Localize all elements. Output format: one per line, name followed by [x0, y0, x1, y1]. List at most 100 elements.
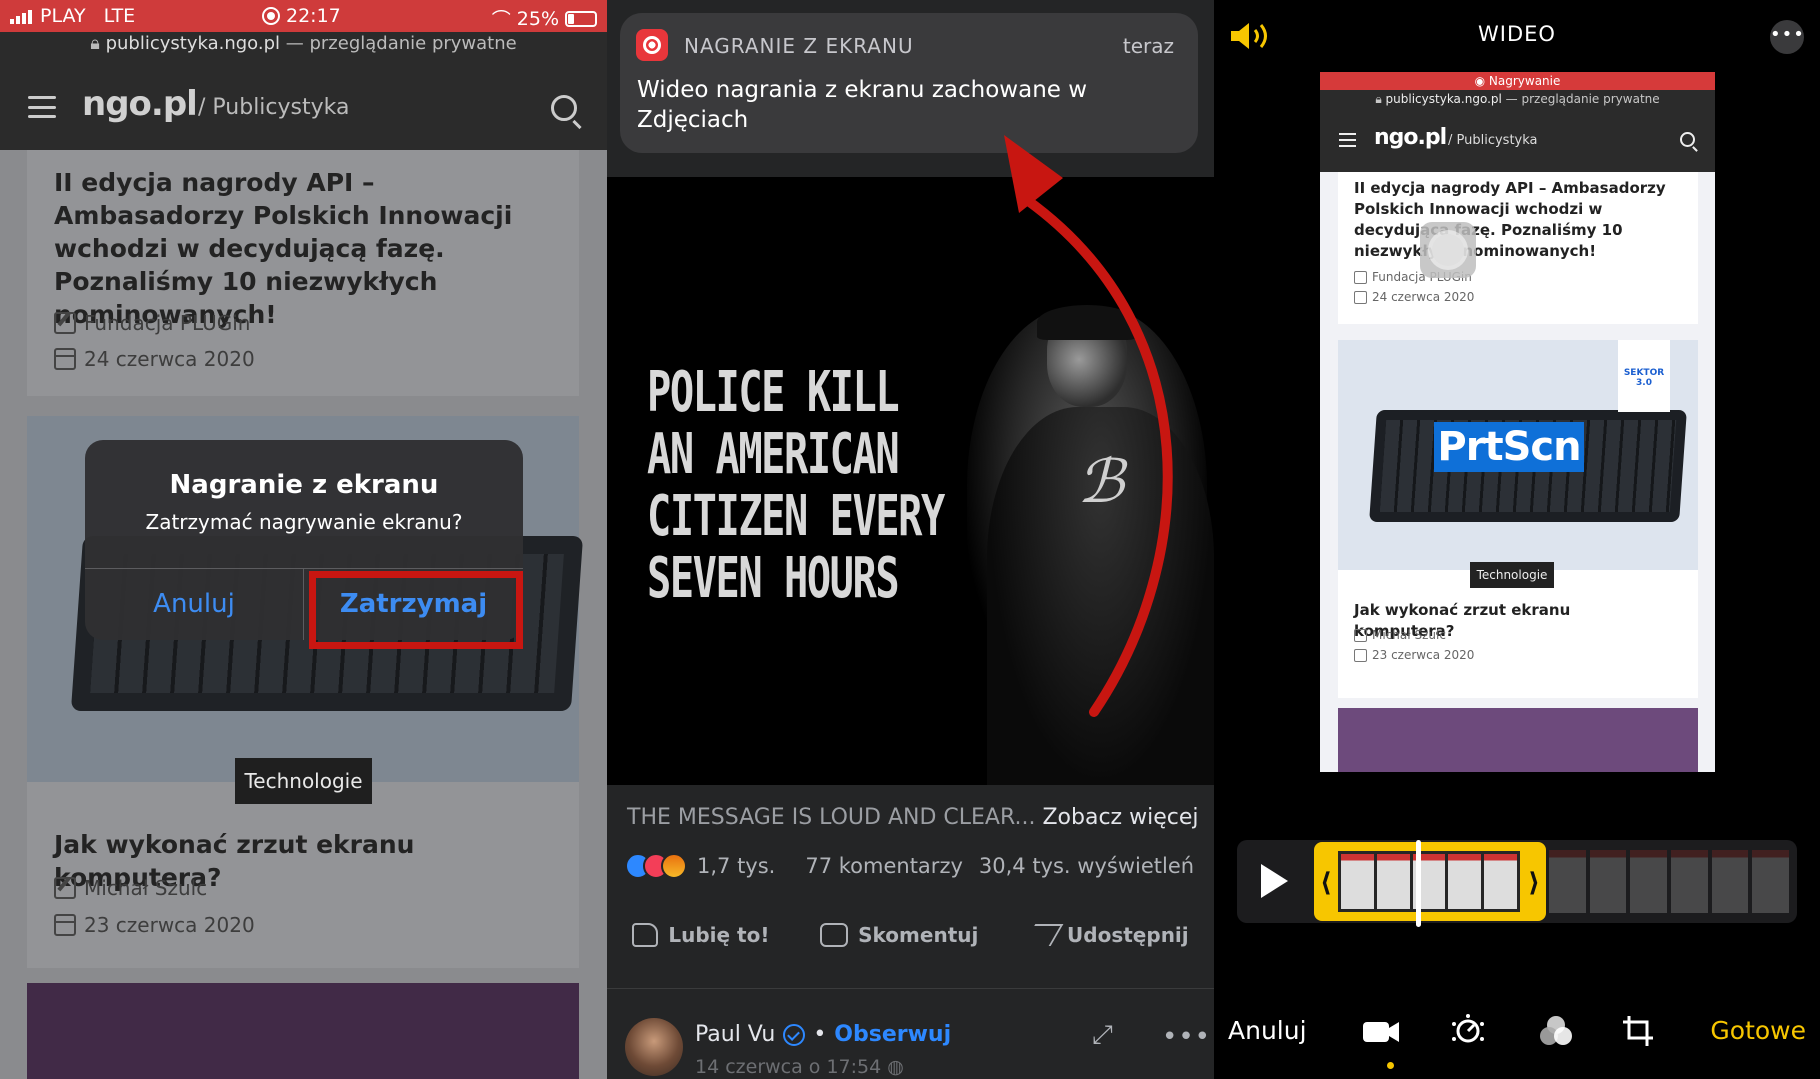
alert-title: Nagranie z ekranu: [169, 470, 439, 500]
recording-label: Nagrywanie: [1488, 74, 1561, 88]
selected-frames: [1338, 851, 1520, 912]
playhead[interactable]: [1416, 840, 1421, 927]
trim-end-handle[interactable]: ⟩: [1528, 868, 1540, 898]
cancel-button[interactable]: Anuluj: [1228, 1016, 1307, 1045]
section-label[interactable]: / Publicystyka: [198, 95, 349, 120]
signal-icon: [10, 8, 32, 24]
trim-selection[interactable]: ⟨ ⟩: [1314, 840, 1546, 927]
carrier-label: PLAY: [40, 5, 86, 27]
video-frame: ℬ POLICE KILL AN AMERICAN CITIZEN EVERY …: [607, 177, 1214, 785]
url-host: publicystyka.ngo.pl: [105, 33, 281, 54]
next-article-image[interactable]: [27, 983, 579, 1079]
notification-time: teraz: [1122, 34, 1174, 58]
more-options-icon[interactable]: •••: [1770, 20, 1804, 54]
comment-icon: [820, 923, 849, 947]
avatar[interactable]: [625, 1018, 683, 1076]
adjust-icon[interactable]: [1448, 1014, 1488, 1048]
assistive-touch-button[interactable]: [1420, 222, 1476, 278]
edit-icon: [1354, 270, 1367, 284]
comment-button[interactable]: Skomentuj: [820, 923, 978, 947]
post-date: 14 czerwca o 17:54 ◍: [695, 1056, 904, 1078]
preview-url-bar: 🔒︎ publicystyka.ngo.pl — przeglądanie pr…: [1320, 90, 1715, 110]
like-button[interactable]: Lubię to!: [632, 923, 769, 947]
facebook-video-panel: ℬ POLICE KILL AN AMERICAN CITIZEN EVERY …: [607, 0, 1214, 1079]
url-private-note: — przeglądanie prywatne: [280, 33, 517, 54]
poster-text: POLICE KILL AN AMERICAN CITIZEN EVERY SE…: [647, 360, 945, 611]
lock-icon: 🔒︎: [90, 33, 100, 54]
category-tag[interactable]: Technologie: [235, 758, 372, 804]
video-camera-icon[interactable]: [1361, 1014, 1401, 1048]
notification-app-name: NAGRANIE Z EKRANU: [684, 34, 914, 58]
editor-title: WIDEO: [1478, 22, 1556, 46]
crop-icon[interactable]: [1619, 1014, 1659, 1048]
article-title[interactable]: II edycja nagrody API – Ambasadorzy Pols…: [54, 166, 554, 331]
site-logo[interactable]: ngo.pl: [82, 84, 198, 124]
article-author: Fundacja PLUGin: [54, 311, 250, 335]
notification-body: Wideo nagrania z ekranu zachowane w Zdję…: [637, 77, 1088, 133]
photos-video-editor: WIDEO ••• ◉ Nagrywanie 🔒︎ publicystyka.n…: [1214, 0, 1820, 1079]
article-date: 24 czerwca 2020: [1354, 290, 1474, 304]
video-timeline[interactable]: ⟨ ⟩: [1237, 840, 1797, 927]
video-preview[interactable]: ◉ Nagrywanie 🔒︎ publicystyka.ngo.pl — pr…: [1320, 72, 1715, 772]
caption-text: THE MESSAGE IS LOUD AND CLEAR...: [627, 805, 1036, 830]
edit-icon: [1354, 628, 1367, 642]
poster-line: SEVEN HOURS: [647, 546, 900, 611]
expand-icon[interactable]: ⤢: [1092, 1022, 1118, 1048]
author-name[interactable]: Paul Vu: [695, 1022, 775, 1047]
verified-icon: [783, 1023, 806, 1046]
article-date: 23 czerwca 2020: [54, 913, 255, 937]
more-options-icon[interactable]: •••: [1162, 1022, 1211, 1052]
poster-line: POLICE KILL: [647, 360, 900, 425]
trim-start-handle[interactable]: ⟨: [1320, 868, 1332, 898]
site-logo: ngo.pl: [1374, 125, 1447, 150]
see-more-link[interactable]: Zobacz więcej: [1042, 805, 1198, 830]
cancel-button[interactable]: Anuluj: [85, 568, 303, 640]
search-icon: [1680, 132, 1695, 147]
url-bar[interactable]: 🔒︎ publicystyka.ngo.pl — przeglądanie pr…: [0, 32, 607, 64]
done-button[interactable]: Gotowe: [1710, 1016, 1806, 1045]
comment-count[interactable]: 77 komentarzy: [805, 854, 963, 878]
follow-button[interactable]: Obserwuj: [834, 1022, 951, 1047]
author-name: Fundacja PLUGin: [84, 311, 251, 335]
author-name: Michał Szulc: [84, 876, 208, 900]
url-host: publicystyka.ngo.pl: [1385, 92, 1502, 106]
poster-line: CITIZEN EVERY: [647, 484, 945, 549]
post-caption: THE MESSAGE IS LOUD AND CLEAR... Zobacz …: [627, 805, 1198, 830]
article-date: 24 czerwca 2020: [54, 347, 255, 371]
view-count: 30,4 tys. wyświetleń: [978, 854, 1195, 878]
poster-line: AN AMERICAN: [647, 422, 900, 487]
sektor-badge: SEKTOR 3.0: [1618, 340, 1670, 412]
calendar-icon: [54, 914, 76, 936]
search-icon[interactable]: [551, 95, 577, 121]
hamburger-menu-icon[interactable]: [28, 96, 56, 118]
stop-button[interactable]: Zatrzymaj: [304, 568, 523, 640]
battery-icon: [565, 10, 597, 27]
share-label: Udostępnij: [1067, 923, 1189, 947]
screen-recording-app-icon: [636, 29, 668, 61]
reaction-count[interactable]: 1,7 tys.: [697, 854, 775, 878]
author-name: Michał Szulc: [1372, 628, 1446, 642]
video-player[interactable]: ℬ POLICE KILL AN AMERICAN CITIZEN EVERY …: [607, 177, 1214, 785]
site-header: ngo.pl / Publicystyka: [0, 64, 607, 150]
recording-saved-notification[interactable]: NAGRANIE Z EKRANU teraz Wideo nagrania z…: [620, 13, 1198, 153]
recording-banner: ◉ Nagrywanie: [1320, 72, 1715, 90]
date-text: 24 czerwca 2020: [84, 347, 255, 371]
globe-icon: ◍: [887, 1056, 904, 1078]
category-tag: Technologie: [1470, 562, 1554, 588]
battery-label: 25%: [516, 7, 559, 30]
screen-recording-icon[interactable]: [262, 7, 280, 25]
post-author: Paul Vu • Obserwuj: [695, 1022, 951, 1047]
filters-icon[interactable]: [1536, 1014, 1576, 1048]
share-button[interactable]: Udostępnij: [1022, 923, 1189, 947]
section-label: / Publicystyka: [1448, 133, 1538, 148]
status-bar: PLAY LTE 22:17 ⌒ 25%: [0, 0, 607, 32]
play-button[interactable]: [1261, 864, 1288, 898]
browser-panel: PLAY LTE 22:17 ⌒ 25% 🔒︎ publicystyka.ngo…: [0, 0, 607, 1079]
comment-label: Skomentuj: [858, 923, 979, 947]
reaction-summary[interactable]: 1,7 tys. 77 komentarzy 30,4 tys. wyświet…: [625, 853, 1194, 879]
screenshot-root: PLAY LTE 22:17 ⌒ 25% 🔒︎ publicystyka.ngo…: [0, 0, 1820, 1079]
url-private-note: — przeglądanie prywatne: [1501, 92, 1660, 106]
stop-recording-alert: Nagranie z ekranu Zatrzymać nagrywanie e…: [85, 440, 523, 640]
headphones-icon: ⌒: [491, 9, 511, 31]
share-icon: [1022, 924, 1064, 946]
